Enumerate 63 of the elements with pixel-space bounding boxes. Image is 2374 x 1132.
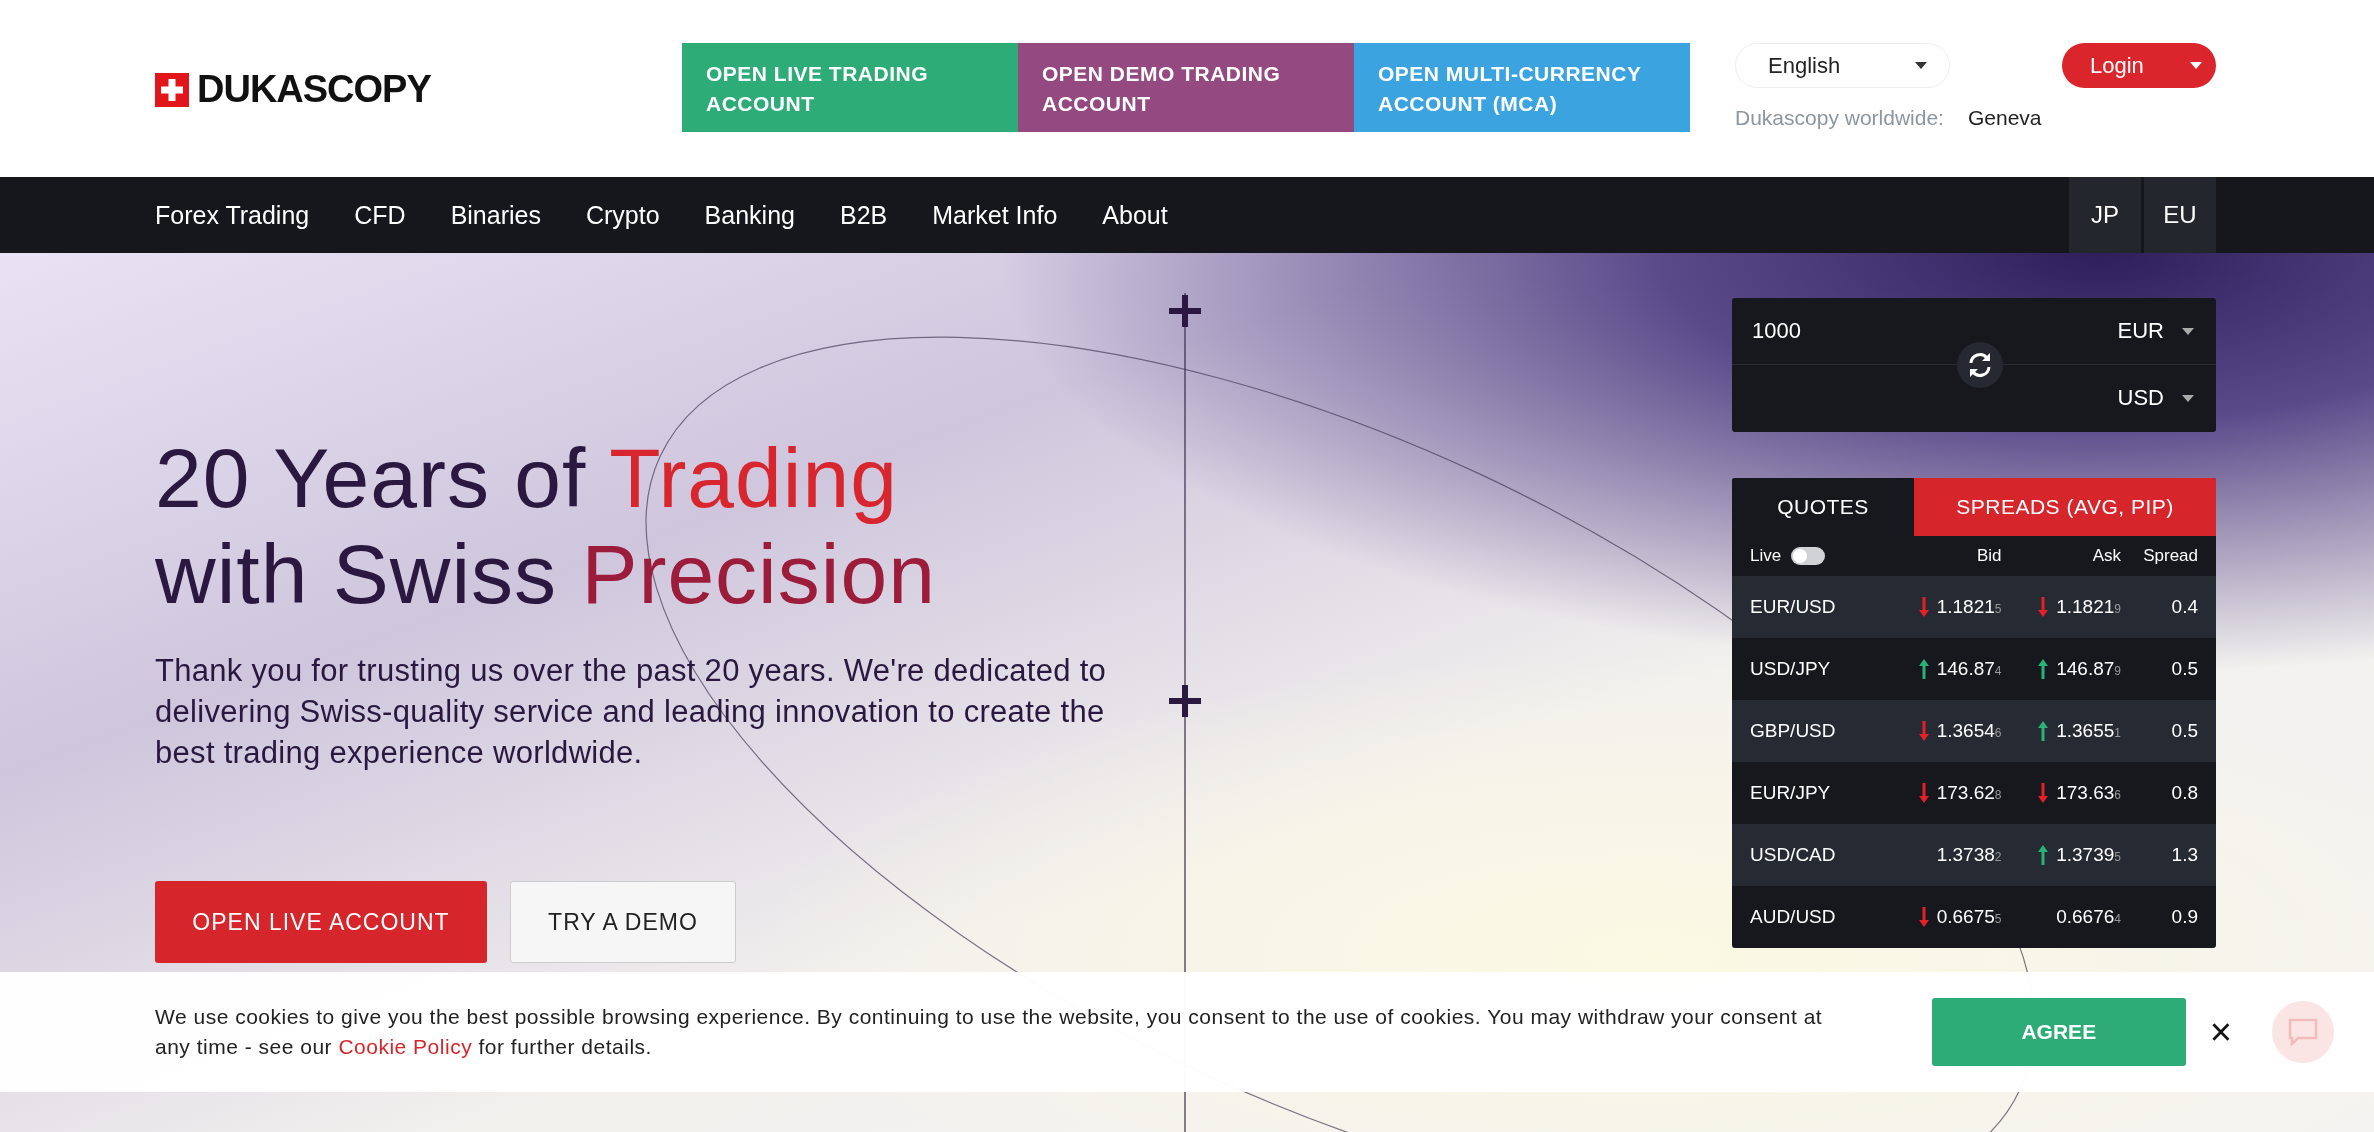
chat-icon bbox=[2288, 1018, 2318, 1046]
column-header: Spread bbox=[2142, 545, 2199, 567]
nav-link[interactable]: Crypto bbox=[585, 177, 660, 253]
hero-title: 20 Years of Trading with Swiss Precision bbox=[155, 430, 937, 622]
hero-text: Thank you for trusting us over the past 20 years. We're dedicated to delivering Swiss-quality service and leading innovation to create the best trading experience worldwide. bbox=[155, 652, 1108, 772]
caret-icon bbox=[2182, 327, 2194, 335]
ask-price: 1.36551 bbox=[2056, 720, 2121, 742]
demo-button[interactable]: TRY A DEMO bbox=[510, 881, 736, 963]
nav-link[interactable]: Binaries bbox=[450, 177, 541, 253]
bid-price: 1.18215 bbox=[1936, 596, 2002, 618]
ask-price: 1.18219 bbox=[2056, 596, 2121, 618]
currency-pair: AUD/USD bbox=[1749, 905, 1837, 929]
live-toggle[interactable] bbox=[1791, 547, 1826, 565]
quotes-tab[interactable]: SPREADS (AVG, PIP) bbox=[1914, 478, 2216, 536]
logo-text[interactable]: DUKASCOPY bbox=[197, 68, 431, 111]
worldwide-label: Dukascopy worldwide: bbox=[1735, 106, 1944, 130]
bid-price: 1.37382 bbox=[1936, 844, 2002, 866]
currency-pair: EUR/JPY bbox=[1749, 781, 1832, 805]
nav-link[interactable]: CFD bbox=[354, 177, 406, 253]
spread-value: 0.5 bbox=[2171, 658, 2198, 680]
login-button[interactable]: Login bbox=[2062, 43, 2216, 88]
region-button[interactable]: JP bbox=[2069, 177, 2141, 253]
currency-select[interactable]: USD bbox=[2117, 385, 2194, 411]
caret-icon bbox=[2190, 62, 2202, 69]
ask-price: 1.37395 bbox=[2056, 844, 2121, 866]
bid-price: 0.66755 bbox=[1936, 906, 2002, 928]
language-select[interactable]: English bbox=[1735, 43, 1950, 88]
nav-link[interactable]: Forex Trading bbox=[155, 177, 310, 253]
amount-field[interactable]: 1000 bbox=[1752, 318, 1801, 343]
spread-value: 0.9 bbox=[2171, 906, 2198, 928]
swap-button[interactable] bbox=[1957, 342, 2003, 388]
currency-pair: USD/CAD bbox=[1732, 824, 1882, 886]
bid-price: 173.628 bbox=[1936, 782, 2002, 804]
spread-value: 0.5 bbox=[2171, 720, 2198, 742]
bid-price: 146.874 bbox=[1936, 658, 2002, 680]
nav-link[interactable]: B2B bbox=[839, 177, 888, 253]
cookie-policy-link[interactable]: Cookie Policy bbox=[338, 1035, 473, 1058]
ask-price: 0.66764 bbox=[2056, 906, 2121, 928]
open-account-button[interactable]: OPEN LIVE ACCOUNT bbox=[155, 881, 487, 963]
close-button[interactable]: × bbox=[2209, 1013, 2232, 1051]
spread-value: 1.3 bbox=[2171, 844, 2198, 866]
caret-icon bbox=[1915, 62, 1927, 69]
ask-price: 146.879 bbox=[2056, 658, 2121, 680]
swiss-cross-icon bbox=[155, 72, 189, 107]
caret-icon bbox=[2182, 394, 2194, 402]
location-link[interactable]: Geneva bbox=[1967, 106, 2042, 130]
currency-pair: EUR/USD bbox=[1732, 576, 1882, 638]
nav-link[interactable]: About bbox=[1102, 177, 1168, 253]
nav-link[interactable]: Banking bbox=[704, 177, 795, 253]
cookie-notice: We use cookies to give you the best possible browsing experience. By continuing to use the website, you consent to the use of cookies. You may withdraw your consent at any time - see our Cookie Policy for further details. bbox=[155, 1004, 1824, 1060]
region-button[interactable]: EU bbox=[2144, 177, 2216, 253]
column-header: Ask bbox=[2091, 545, 2121, 567]
currency-select[interactable]: EUR bbox=[2117, 318, 2194, 344]
nav-link[interactable]: Market Info bbox=[932, 177, 1058, 253]
ask-price: 173.636 bbox=[2056, 782, 2121, 804]
currency-pair: GBP/USD bbox=[1732, 700, 1882, 762]
bid-price: 1.36546 bbox=[1936, 720, 2002, 742]
column-header: Bid bbox=[1975, 545, 2002, 567]
open-account-button[interactable]: OPEN DEMO TRADING ACCOUNT bbox=[1018, 43, 1354, 132]
currency-pair: USD/JPY bbox=[1749, 657, 1832, 681]
spread-value: 0.4 bbox=[2171, 596, 2198, 618]
spread-value: 0.8 bbox=[2171, 782, 2198, 804]
live-label: Live bbox=[1750, 546, 1782, 566]
